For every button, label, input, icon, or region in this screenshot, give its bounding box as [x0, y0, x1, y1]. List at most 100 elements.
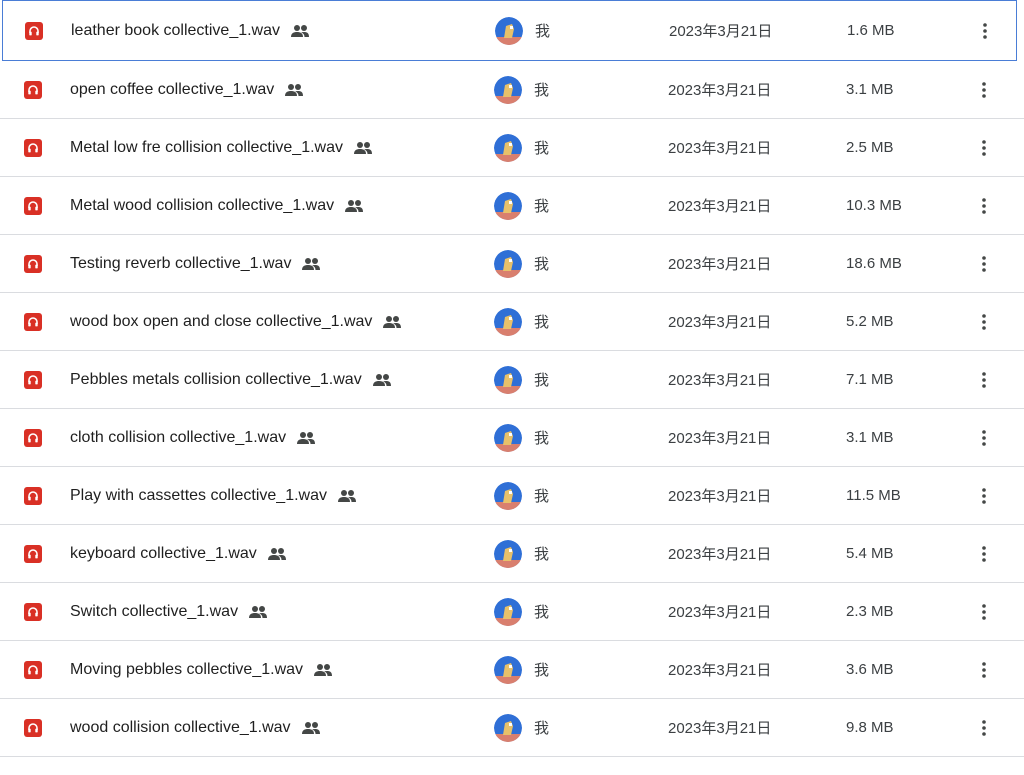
- file-name[interactable]: Metal low fre collision collective_1.wav: [70, 139, 343, 157]
- more-actions-cell: [972, 583, 996, 640]
- more-vert-icon[interactable]: [972, 368, 996, 392]
- shared-people-icon: [267, 547, 287, 561]
- owner-cell: 我: [495, 1, 550, 60]
- file-type-cell: [24, 61, 42, 118]
- more-vert-icon[interactable]: [972, 310, 996, 334]
- modified-date: 2023年3月21日: [668, 720, 772, 737]
- file-name-cell[interactable]: Moving pebbles collective_1.wav: [70, 641, 333, 698]
- owner-avatar: [494, 133, 522, 162]
- file-name-cell[interactable]: Switch collective_1.wav: [70, 583, 268, 640]
- more-vert-icon[interactable]: [972, 252, 996, 276]
- more-vert-icon[interactable]: [972, 194, 996, 218]
- modified-date: 2023年3月21日: [668, 140, 772, 157]
- file-name[interactable]: Pebbles metals collision collective_1.wa…: [70, 371, 362, 389]
- modified-date: 2023年3月21日: [668, 82, 772, 99]
- file-name-cell[interactable]: Metal low fre collision collective_1.wav: [70, 119, 373, 176]
- file-type-cell: [24, 641, 42, 698]
- more-vert-icon[interactable]: [972, 484, 996, 508]
- owner-label: 我: [534, 256, 550, 273]
- modified-date: 2023年3月21日: [668, 430, 772, 447]
- file-name[interactable]: wood collision collective_1.wav: [70, 719, 291, 737]
- file-name-cell[interactable]: wood box open and close collective_1.wav: [70, 293, 402, 350]
- more-vert-icon[interactable]: [972, 426, 996, 450]
- file-row[interactable]: Metal wood collision collective_1.wav 我 …: [0, 177, 1024, 235]
- shared-people-icon: [372, 373, 392, 387]
- owner-label: 我: [534, 372, 550, 389]
- file-type-cell: [24, 525, 42, 582]
- more-actions-cell: [972, 177, 996, 234]
- file-row[interactable]: Switch collective_1.wav 我 2023年3月21日 2.3…: [0, 583, 1024, 641]
- file-row[interactable]: wood collision collective_1.wav 我 2023年3…: [0, 699, 1024, 757]
- owner-label: 我: [534, 720, 550, 737]
- audio-file-icon: [24, 602, 42, 621]
- owner-avatar: [494, 539, 522, 568]
- modified-date: 2023年3月21日: [668, 314, 772, 331]
- file-name-cell[interactable]: wood collision collective_1.wav: [70, 699, 321, 756]
- file-size: 18.6 MB: [846, 255, 902, 272]
- owner-cell: 我: [494, 235, 549, 292]
- owner-cell: 我: [494, 641, 549, 698]
- file-name-cell[interactable]: Pebbles metals collision collective_1.wa…: [70, 351, 392, 408]
- file-size: 7.1 MB: [846, 371, 894, 388]
- file-row[interactable]: Pebbles metals collision collective_1.wa…: [0, 351, 1024, 409]
- file-name[interactable]: open coffee collective_1.wav: [70, 81, 274, 99]
- file-row[interactable]: Testing reverb collective_1.wav 我 2023年3…: [0, 235, 1024, 293]
- file-row[interactable]: Metal low fre collision collective_1.wav: [0, 119, 1024, 177]
- file-name[interactable]: keyboard collective_1.wav: [70, 545, 257, 563]
- more-vert-icon[interactable]: [972, 542, 996, 566]
- audio-file-icon: [24, 544, 42, 563]
- file-row[interactable]: wood box open and close collective_1.wav: [0, 293, 1024, 351]
- audio-file-icon: [24, 312, 42, 331]
- file-row[interactable]: leather book collective_1.wav 我 2023年3月2…: [2, 0, 1017, 61]
- more-vert-icon[interactable]: [972, 600, 996, 624]
- file-row[interactable]: keyboard collective_1.wav 我 2023年3月21日 5…: [0, 525, 1024, 583]
- file-name[interactable]: Metal wood collision collective_1.wav: [70, 197, 334, 215]
- file-name[interactable]: Testing reverb collective_1.wav: [70, 255, 291, 273]
- owner-label: 我: [534, 198, 550, 215]
- file-name-cell[interactable]: Testing reverb collective_1.wav: [70, 235, 321, 292]
- owner-label: 我: [534, 314, 550, 331]
- modified-date: 2023年3月21日: [668, 662, 772, 679]
- audio-file-icon: [25, 21, 43, 40]
- modified-date: 2023年3月21日: [668, 604, 772, 621]
- file-name[interactable]: leather book collective_1.wav: [71, 22, 280, 40]
- more-vert-icon[interactable]: [972, 78, 996, 102]
- file-row[interactable]: Moving pebbles collective_1.wav 我 2023年3…: [0, 641, 1024, 699]
- more-vert-icon[interactable]: [972, 658, 996, 682]
- file-name-cell[interactable]: Play with cassettes collective_1.wav: [70, 467, 357, 524]
- owner-label: 我: [534, 546, 550, 563]
- file-name-cell[interactable]: keyboard collective_1.wav: [70, 525, 287, 582]
- file-name-cell[interactable]: Metal wood collision collective_1.wav: [70, 177, 364, 234]
- more-actions-cell: [972, 351, 996, 408]
- file-name[interactable]: Moving pebbles collective_1.wav: [70, 661, 303, 679]
- file-size: 3.6 MB: [846, 661, 894, 678]
- file-name[interactable]: cloth collision collective_1.wav: [70, 429, 286, 447]
- shared-people-icon: [296, 431, 316, 445]
- file-type-cell: [24, 293, 42, 350]
- owner-avatar: [495, 16, 523, 45]
- more-vert-icon[interactable]: [973, 19, 997, 43]
- file-list: leather book collective_1.wav 我 2023年3月2…: [0, 0, 1024, 757]
- file-type-cell: [24, 409, 42, 466]
- file-row[interactable]: cloth collision collective_1.wav 我 2023年…: [0, 409, 1024, 467]
- file-type-cell: [24, 467, 42, 524]
- file-name-cell[interactable]: cloth collision collective_1.wav: [70, 409, 316, 466]
- file-name[interactable]: Switch collective_1.wav: [70, 603, 238, 621]
- file-type-cell: [24, 583, 42, 640]
- file-name[interactable]: Play with cassettes collective_1.wav: [70, 487, 327, 505]
- file-row[interactable]: Play with cassettes collective_1.wav 我 2…: [0, 467, 1024, 525]
- file-name[interactable]: wood box open and close collective_1.wav: [70, 313, 372, 331]
- file-name-cell[interactable]: leather book collective_1.wav: [71, 1, 310, 60]
- file-row[interactable]: open coffee collective_1.wav 我 2023年3月21…: [0, 61, 1024, 119]
- file-size: 10.3 MB: [846, 197, 902, 214]
- audio-file-icon: [24, 254, 42, 273]
- owner-label: 我: [534, 604, 550, 621]
- owner-label: 我: [534, 488, 550, 505]
- more-vert-icon[interactable]: [972, 136, 996, 160]
- file-name-cell[interactable]: open coffee collective_1.wav: [70, 61, 304, 118]
- file-size: 2.5 MB: [846, 139, 894, 156]
- more-vert-icon[interactable]: [972, 716, 996, 740]
- owner-label: 我: [534, 662, 550, 679]
- more-actions-cell: [973, 1, 997, 60]
- file-type-cell: [24, 119, 42, 176]
